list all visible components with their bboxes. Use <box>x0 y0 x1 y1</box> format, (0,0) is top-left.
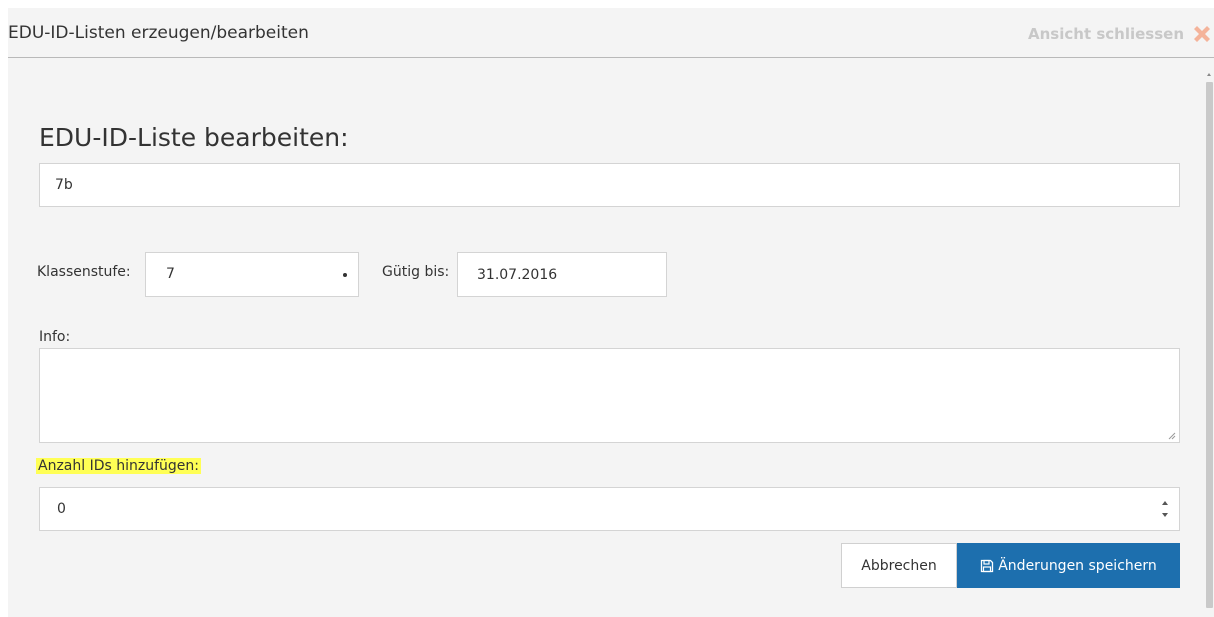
number-spinner[interactable] <box>1160 500 1170 520</box>
list-name-input[interactable] <box>39 163 1180 207</box>
spinner-down-icon[interactable] <box>1162 513 1168 517</box>
info-label: Info: <box>39 329 71 345</box>
close-view-button[interactable]: Ansicht schliessen <box>1028 22 1214 46</box>
grade-level-value: 7 <box>166 266 175 282</box>
close-icon[interactable] <box>1190 22 1214 46</box>
save-changes-button[interactable]: Änderungen speichern <box>957 543 1180 588</box>
close-view-label: Ansicht schliessen <box>1028 25 1184 43</box>
spinner-up-icon[interactable] <box>1162 501 1168 505</box>
dialog-title: EDU-ID-Listen erzeugen/bearbeiten <box>8 23 309 43</box>
valid-until-label: Gütig bis: <box>382 264 450 280</box>
floppy-disk-icon <box>981 559 994 572</box>
grade-level-label: Klassenstufe: <box>37 264 131 280</box>
info-textarea[interactable] <box>39 348 1180 443</box>
save-changes-label: Änderungen speichern <box>998 557 1157 574</box>
scrollbar[interactable] <box>1205 73 1214 608</box>
cancel-button[interactable]: Abbrechen <box>841 543 957 588</box>
dropdown-caret-icon <box>343 273 347 277</box>
resize-grip-icon[interactable] <box>1168 432 1176 440</box>
grade-level-select[interactable]: 7 <box>145 252 359 297</box>
dialog: EDU-ID-Listen erzeugen/bearbeiten Ansich… <box>8 8 1214 617</box>
add-ids-count-label: Anzahl IDs hinzufügen: <box>36 458 201 474</box>
form-title: EDU-ID-Liste bearbeiten: <box>39 123 349 152</box>
scroll-thumb[interactable] <box>1206 82 1213 608</box>
dialog-header: EDU-ID-Listen erzeugen/bearbeiten Ansich… <box>8 8 1214 58</box>
valid-until-input[interactable] <box>457 252 667 297</box>
add-ids-count-input[interactable] <box>39 487 1180 531</box>
scroll-up-arrow-icon[interactable] <box>1207 73 1211 76</box>
